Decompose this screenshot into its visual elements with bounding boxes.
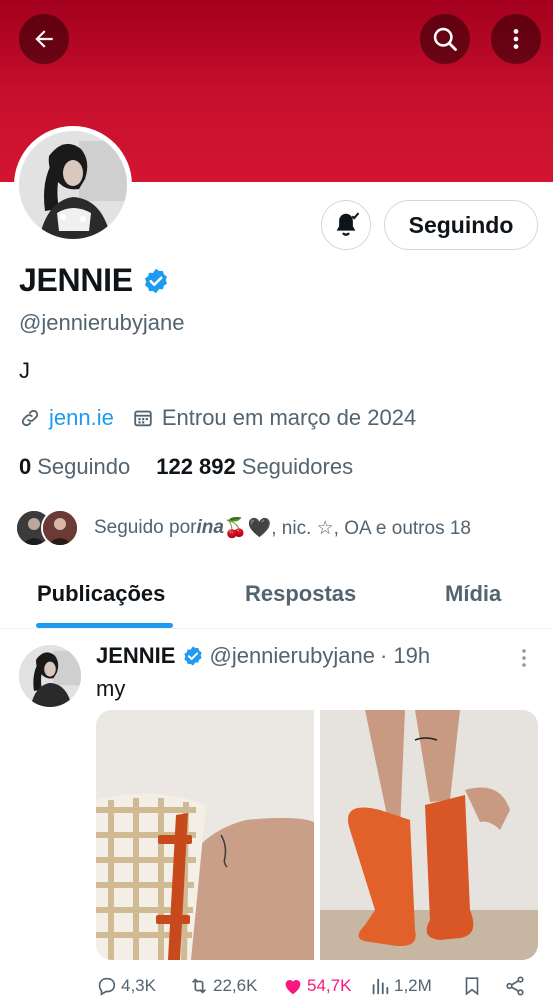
search-icon bbox=[433, 27, 457, 51]
share-button[interactable] bbox=[504, 975, 526, 997]
more-vertical-icon bbox=[513, 29, 519, 49]
post-actions: 4,3K 22,6K 54,7K 1,2M bbox=[96, 973, 536, 1000]
following-button[interactable]: Seguindo bbox=[384, 200, 538, 250]
followers-count[interactable]: 122 892 Seguidores bbox=[156, 454, 353, 480]
followers-count-value: 122 892 bbox=[156, 454, 236, 479]
post-image[interactable] bbox=[96, 710, 314, 960]
profile-meta: jenn.ie Entrou em março de 2024 bbox=[19, 405, 416, 431]
link-icon bbox=[21, 409, 39, 427]
followed-by-name: ina bbox=[196, 517, 224, 538]
reply-count: 4,3K bbox=[121, 976, 156, 995]
post-handle[interactable]: @jennierubyjane bbox=[209, 643, 374, 669]
followed-by-rest: 🍒🖤, nic. ☆, OA e outros 18 bbox=[223, 518, 471, 539]
tab-respostas[interactable]: Respostas bbox=[245, 581, 356, 607]
bookmark-icon bbox=[465, 977, 479, 996]
post[interactable]: JENNIE @jennierubyjane · 19h my 4,3K 22,… bbox=[0, 630, 553, 1000]
comment-icon bbox=[98, 977, 116, 996]
post-author[interactable]: JENNIE bbox=[96, 643, 175, 669]
post-text: my bbox=[96, 676, 126, 701]
post-image[interactable] bbox=[320, 710, 538, 960]
follow-counts: 0 Seguindo 122 892 Seguidores bbox=[19, 454, 353, 480]
post-avatar[interactable] bbox=[19, 645, 81, 707]
avatar-photo bbox=[19, 131, 127, 239]
notifications-bell-button[interactable] bbox=[321, 200, 371, 250]
back-button[interactable] bbox=[19, 14, 69, 64]
calendar-icon bbox=[134, 410, 152, 427]
profile-avatar[interactable] bbox=[14, 126, 132, 244]
reply-button[interactable]: 4,3K bbox=[96, 975, 156, 997]
post-time[interactable]: · 19h bbox=[380, 643, 430, 669]
following-count-label: Seguindo bbox=[37, 454, 131, 479]
following-count-value: 0 bbox=[19, 454, 32, 479]
tab-midia[interactable]: Mídia bbox=[445, 581, 501, 607]
tab-publicacoes[interactable]: Publicações bbox=[37, 581, 165, 607]
verified-badge-icon[interactable] bbox=[142, 267, 170, 295]
repost-icon bbox=[191, 978, 207, 994]
profile-bio: J bbox=[19, 358, 30, 383]
followed-by[interactable]: Seguido por ina 🍒🖤, nic. ☆, OA e outros … bbox=[15, 509, 471, 547]
profile-tabs: Publicações Respostas Mídia bbox=[0, 563, 553, 629]
like-count: 54,7K bbox=[307, 976, 352, 995]
post-header: JENNIE @jennierubyjane · 19h bbox=[96, 643, 430, 669]
profile-handle: @jennierubyjane bbox=[19, 310, 185, 335]
repost-count: 22,6K bbox=[213, 976, 258, 995]
search-button[interactable] bbox=[420, 14, 470, 64]
post-more-button[interactable] bbox=[512, 646, 536, 675]
post-media bbox=[96, 710, 538, 960]
share-icon bbox=[506, 976, 524, 996]
view-count: 1,2M bbox=[394, 976, 432, 995]
like-button[interactable]: 54,7K bbox=[282, 975, 351, 997]
followers-count-label: Seguidores bbox=[241, 454, 354, 479]
heart-icon bbox=[285, 980, 301, 995]
joined-date: Entrou em março de 2024 bbox=[161, 405, 417, 430]
views-chart-icon bbox=[372, 978, 389, 995]
active-tab-indicator bbox=[36, 623, 173, 628]
followed-by-prefix: Seguido por bbox=[94, 517, 197, 538]
arrow-left-icon bbox=[35, 30, 53, 48]
profile-name-row: JENNIE bbox=[19, 262, 170, 299]
more-options-button[interactable] bbox=[491, 14, 541, 64]
views-button[interactable]: 1,2M bbox=[369, 975, 432, 997]
profile-link[interactable]: jenn.ie bbox=[49, 405, 114, 431]
profile-name: JENNIE bbox=[19, 262, 133, 298]
bookmark-button[interactable] bbox=[461, 975, 483, 997]
verified-badge-icon bbox=[182, 645, 204, 667]
bell-check-icon bbox=[336, 212, 360, 236]
more-vertical-icon bbox=[522, 649, 526, 667]
avatar bbox=[41, 509, 79, 547]
followers-avatars bbox=[15, 509, 79, 547]
repost-button[interactable]: 22,6K bbox=[188, 975, 257, 997]
following-count[interactable]: 0 Seguindo bbox=[19, 454, 130, 480]
